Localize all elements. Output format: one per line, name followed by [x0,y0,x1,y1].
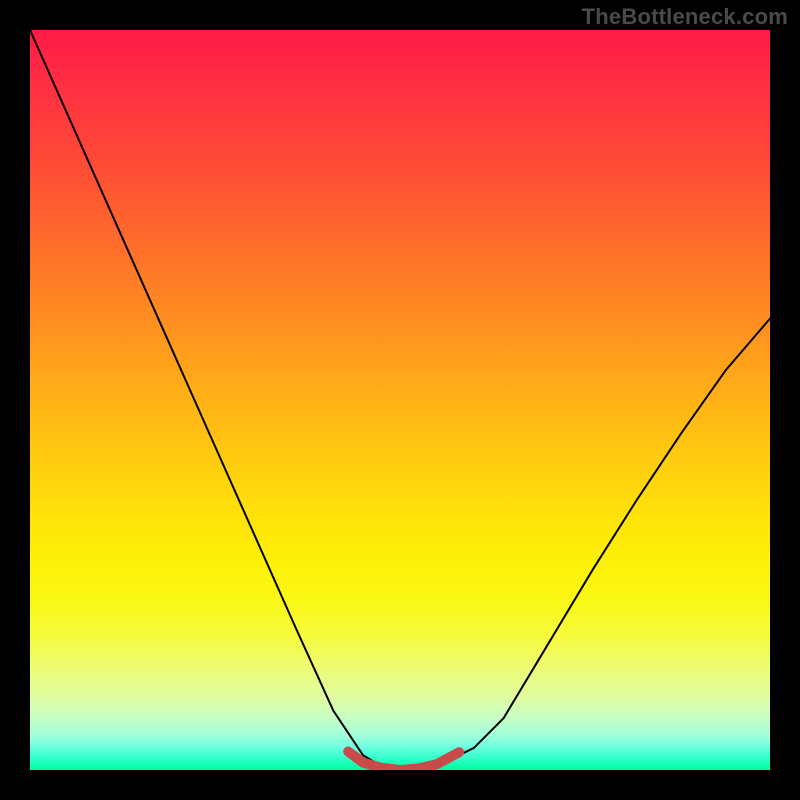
chart-frame: TheBottleneck.com [0,0,800,800]
chart-svg [30,30,770,770]
plot-area [30,30,770,770]
highlight-path [348,752,459,771]
curve-path [30,30,770,770]
watermark-text: TheBottleneck.com [582,4,788,30]
